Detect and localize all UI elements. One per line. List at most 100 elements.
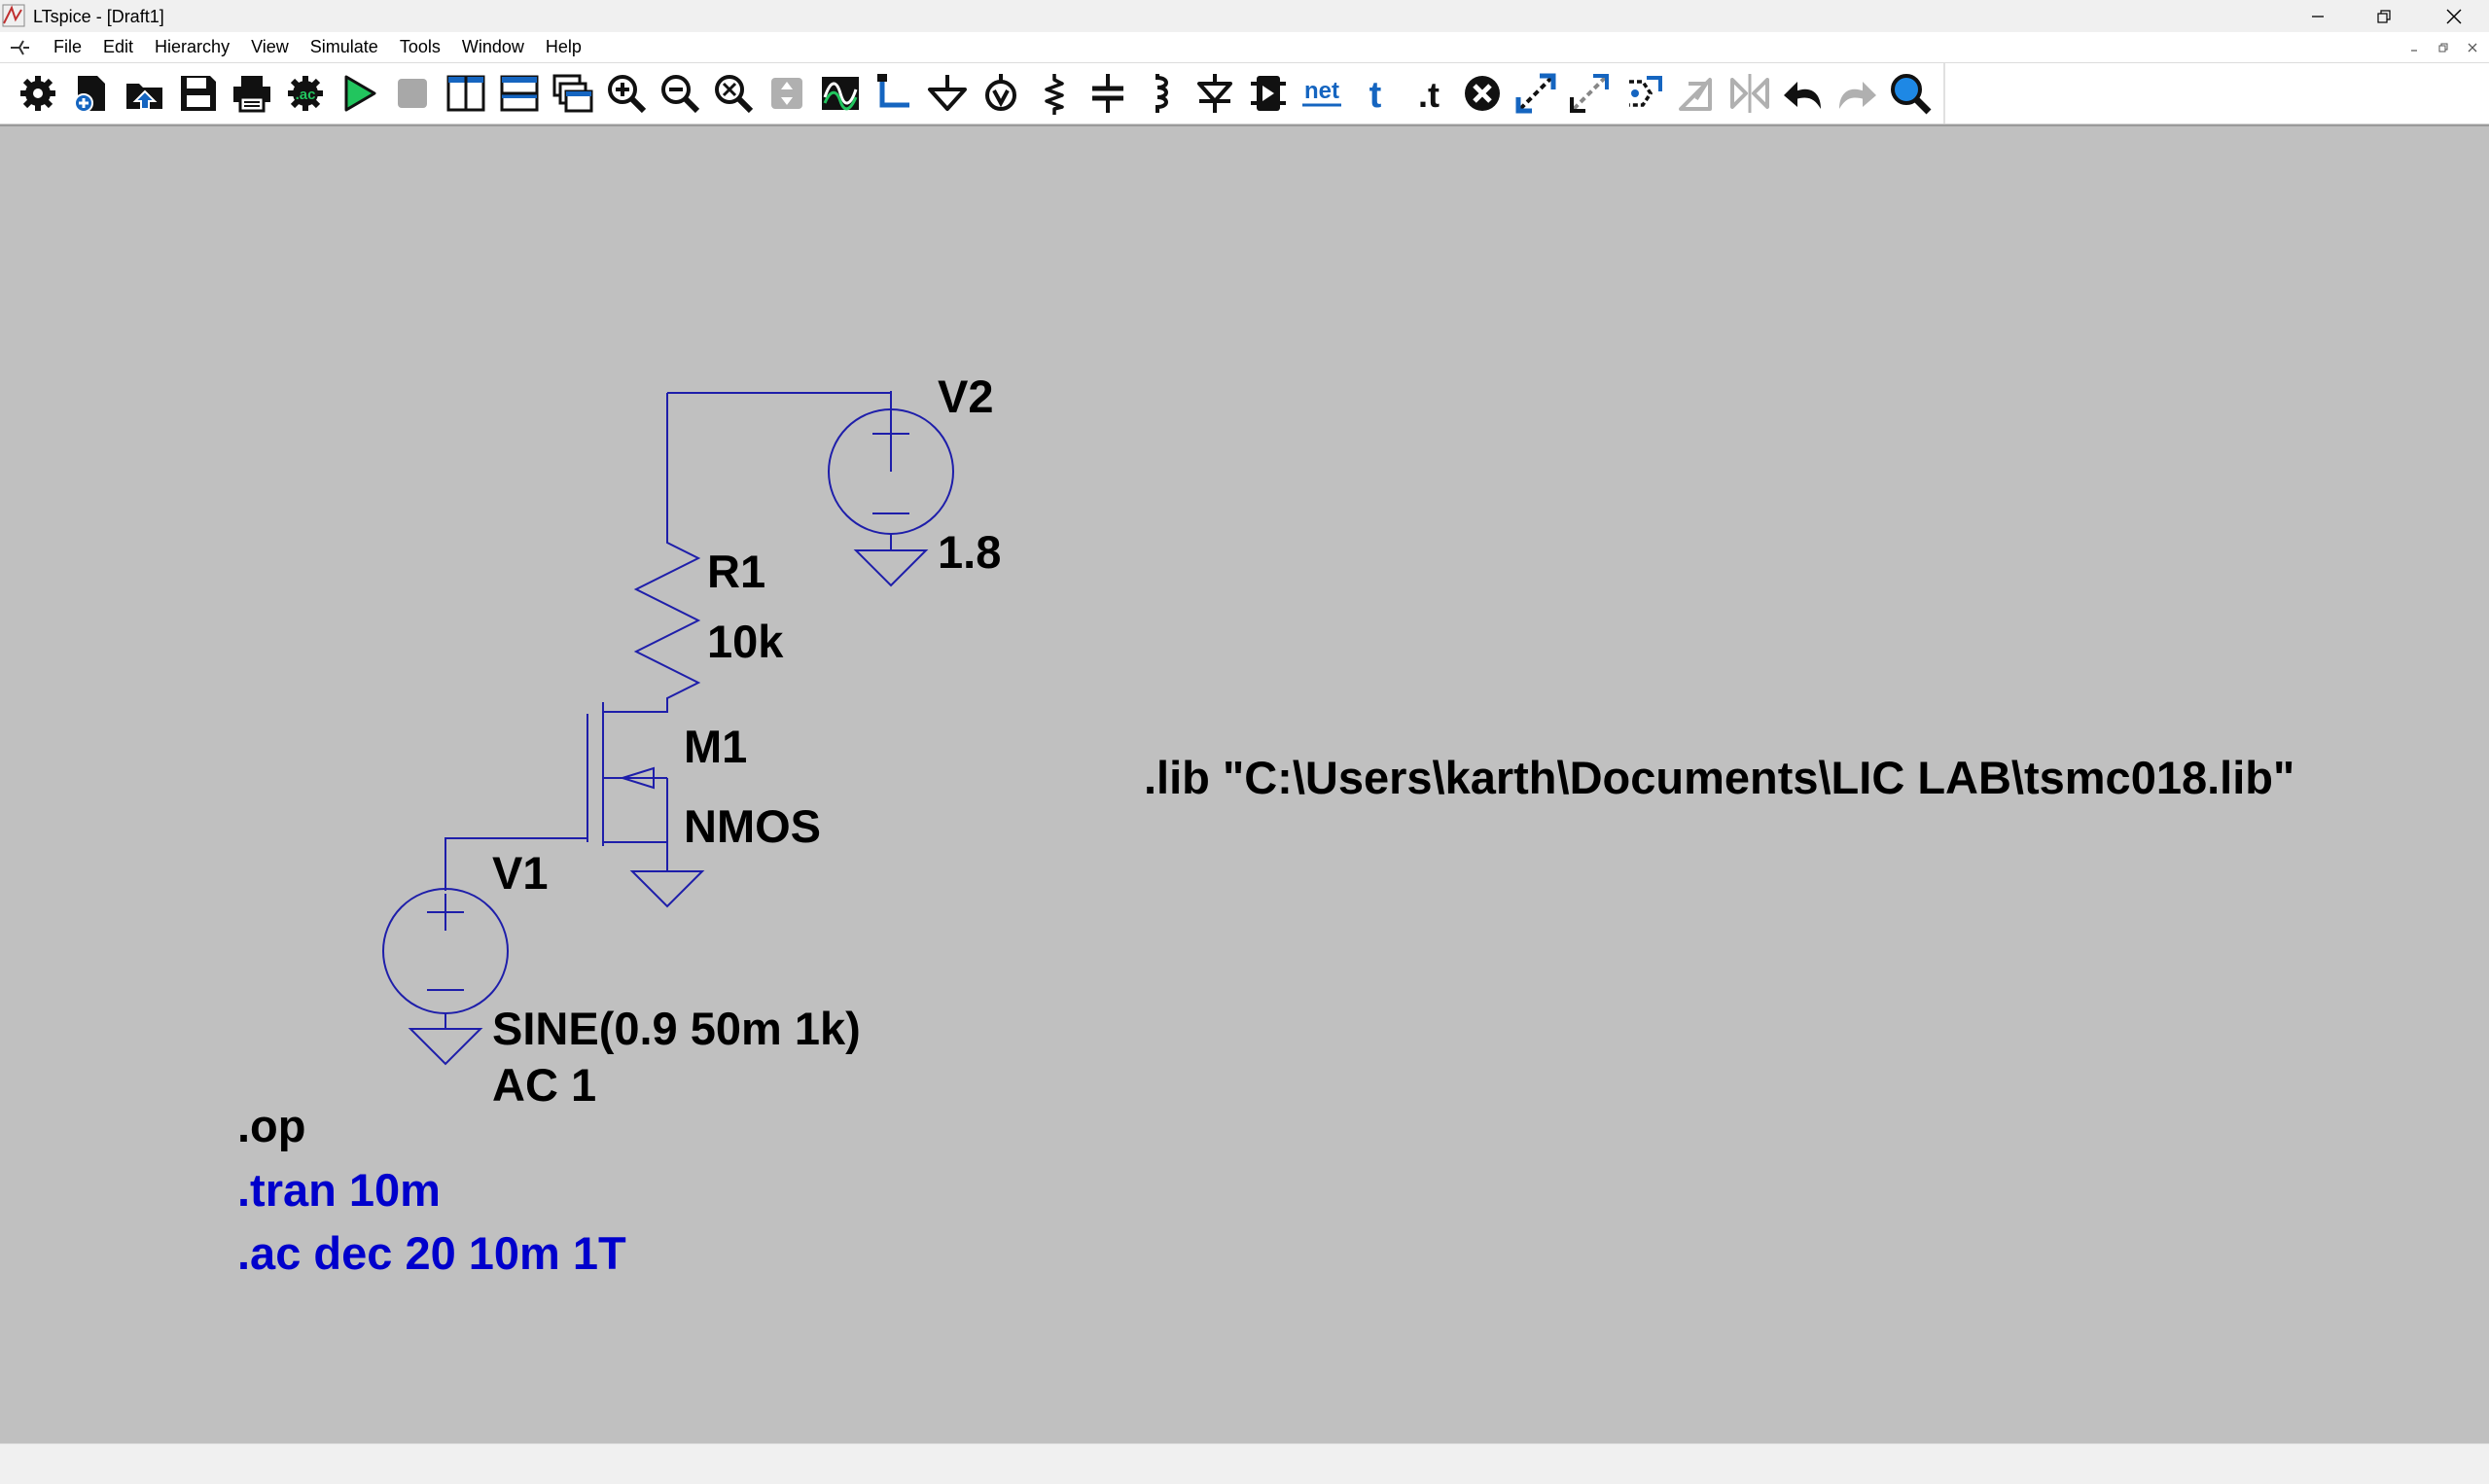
mirror-button[interactable] [1727, 71, 1772, 116]
toolbar-separator [1943, 63, 1945, 124]
close-button[interactable] [2426, 0, 2482, 32]
resistor-icon [1045, 74, 1064, 115]
svg-text:.ac: .ac [296, 87, 316, 103]
m1-model[interactable]: NMOS [684, 803, 821, 849]
delete-button[interactable] [1460, 71, 1505, 116]
new-schematic-icon [74, 76, 105, 113]
component-button[interactable] [1246, 71, 1291, 116]
status-bar [0, 1443, 2489, 1484]
run-icon [344, 75, 376, 112]
mdi-restore-button[interactable] [2435, 40, 2452, 55]
text-button[interactable]: t [1353, 71, 1398, 116]
redo-button[interactable] [1834, 71, 1879, 116]
schematic-canvas[interactable]: V2 1.8 R1 10k M1 NMOS V1 SINE(0.9 50m 1k… [0, 124, 2489, 1443]
tile-vertical-button[interactable] [444, 71, 488, 116]
net-label-button[interactable]: net [1299, 71, 1344, 116]
nmos-m1[interactable] [444, 710, 668, 889]
ground-v1[interactable] [408, 1028, 483, 1066]
find-button[interactable] [1888, 71, 1933, 116]
duplicate-icon [1515, 73, 1556, 114]
toolbar: .ac net t .t [0, 63, 2489, 124]
directive-ac[interactable]: .ac dec 20 10m 1T [237, 1230, 626, 1276]
waveform-button[interactable] [818, 71, 863, 116]
cascade-icon [552, 74, 593, 113]
menu-hierarchy[interactable]: Hierarchy [144, 32, 240, 62]
v2-name[interactable]: V2 [938, 373, 994, 419]
save-button[interactable] [176, 71, 221, 116]
voltage-source-icon [985, 74, 1016, 111]
ground-v2[interactable] [853, 549, 929, 587]
rotate-button[interactable] [1674, 71, 1719, 116]
settings-icon [20, 76, 55, 111]
ground-m1[interactable] [629, 870, 705, 908]
v1-value-sine[interactable]: SINE(0.9 50m 1k) [492, 1006, 861, 1051]
menu-window[interactable]: Window [451, 32, 535, 62]
restore-icon [2438, 43, 2448, 53]
wire-drain[interactable] [602, 702, 668, 713]
waveform-icon [822, 77, 859, 111]
print-button[interactable] [230, 71, 274, 116]
zoom-in-button[interactable] [604, 71, 649, 116]
undo-button[interactable] [1781, 71, 1826, 116]
draw-wire-icon [877, 74, 909, 108]
move-button[interactable] [1567, 71, 1612, 116]
run-button[interactable] [337, 71, 381, 116]
save-icon [181, 76, 216, 111]
ground-button[interactable] [925, 71, 970, 116]
r1-name[interactable]: R1 [707, 548, 765, 594]
mdi-close-button[interactable] [2464, 40, 2481, 55]
mdi-minimize-button[interactable] [2405, 40, 2423, 55]
menu-simulate[interactable]: Simulate [300, 32, 389, 62]
halt-icon [398, 79, 427, 108]
menu-tools[interactable]: Tools [389, 32, 451, 62]
restore-button[interactable] [2356, 0, 2412, 32]
halt-button[interactable] [390, 71, 435, 116]
settings-button[interactable] [16, 71, 60, 116]
redo-icon [1839, 82, 1876, 109]
v1-value-ac[interactable]: AC 1 [492, 1062, 596, 1108]
pan-icon [771, 78, 802, 109]
v1-name[interactable]: V1 [492, 850, 549, 896]
voltage-source-v2[interactable] [828, 393, 954, 550]
wire-vdd[interactable] [666, 391, 892, 535]
open-button[interactable] [123, 71, 167, 116]
zoom-out-button[interactable] [658, 71, 702, 116]
m1-name[interactable]: M1 [684, 724, 747, 769]
zoom-out-icon [661, 75, 700, 114]
component-icon [1251, 76, 1286, 111]
inductor-button[interactable] [1139, 71, 1184, 116]
voltage-source-v1[interactable] [382, 888, 509, 1029]
draw-wire-button[interactable] [871, 71, 916, 116]
minimize-button[interactable] [2290, 0, 2346, 32]
resistor-button[interactable] [1032, 71, 1077, 116]
directive-op[interactable]: .op [237, 1103, 305, 1148]
tile-horizontal-icon [500, 75, 539, 112]
v2-value[interactable]: 1.8 [938, 529, 1001, 575]
new-schematic-button[interactable] [69, 71, 114, 116]
close-icon [2446, 9, 2462, 23]
minimize-icon [2411, 50, 2417, 52]
directive-tran[interactable]: .tran 10m [237, 1167, 441, 1213]
menu-view[interactable]: View [240, 32, 300, 62]
schematic-doc-icon[interactable] [8, 37, 31, 58]
zoom-fit-button[interactable] [711, 71, 756, 116]
diode-button[interactable] [1192, 71, 1237, 116]
menu-help[interactable]: Help [535, 32, 592, 62]
resistor-r1[interactable] [633, 535, 701, 708]
drag-button[interactable] [1620, 71, 1665, 116]
pan-button[interactable] [764, 71, 809, 116]
cascade-button[interactable] [551, 71, 595, 116]
tile-horizontal-button[interactable] [497, 71, 542, 116]
zoom-fit-icon [715, 75, 754, 114]
edit-simulation-cmd-button[interactable]: .ac [283, 71, 328, 116]
voltage-source-button[interactable] [978, 71, 1023, 116]
close-icon [2468, 43, 2477, 53]
directive-lib[interactable]: .lib "C:\Users\karth\Documents\LIC LAB\t… [1144, 755, 2294, 800]
menu-file[interactable]: File [43, 32, 92, 62]
duplicate-button[interactable] [1513, 71, 1558, 116]
r1-value[interactable]: 10k [707, 618, 783, 664]
menu-edit[interactable]: Edit [92, 32, 144, 62]
spice-directive-button[interactable]: .t [1406, 71, 1451, 116]
capacitor-button[interactable] [1085, 71, 1130, 116]
inductor-icon [1156, 74, 1168, 113]
